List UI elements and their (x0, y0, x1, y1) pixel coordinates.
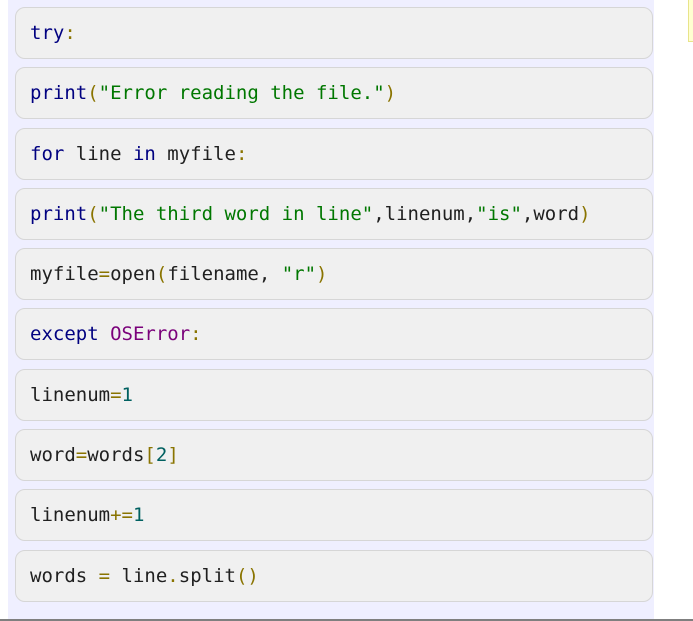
code-token-operator: () (235, 564, 259, 587)
code-token-number: 1 (132, 504, 145, 527)
code-block[interactable]: print("Error reading the file.") (15, 67, 653, 120)
code-token-operator: = (98, 263, 111, 286)
code-token-keyword: try (30, 22, 65, 44)
code-token-name: linenum (30, 504, 111, 527)
code-token-operator: += (110, 504, 133, 527)
code-block-list: try: print("Error reading the file.") fo… (15, 7, 653, 610)
code-token-operator: = (75, 444, 88, 467)
code-token-name: line (110, 564, 168, 587)
side-note-box (688, 0, 693, 42)
code-token-builtin: print (30, 82, 88, 105)
code-token-operator: ( (87, 82, 99, 105)
code-block[interactable]: for line in myfile: (15, 127, 653, 180)
code-token-name: ,word (521, 202, 580, 225)
code-token-name: myfile (155, 142, 236, 165)
code-token-operator: ] (167, 444, 179, 467)
code-token-name: words (87, 444, 145, 467)
code-token-string: "is" (476, 202, 522, 225)
code-token-name: word (30, 444, 76, 467)
code-token-name: myfile (30, 263, 99, 286)
code-block[interactable]: word = words[2] (15, 429, 653, 482)
code-token-exception: OSError (110, 323, 191, 346)
code-token-operator: ) (316, 263, 328, 286)
code-block[interactable]: words = line. split() (15, 549, 653, 602)
code-token-name: line (64, 142, 133, 165)
code-block[interactable]: myfile = open(filename, "r") (15, 248, 653, 301)
code-token-operator: : (235, 142, 248, 165)
code-block[interactable]: linenum = 1 (15, 368, 653, 421)
code-token-operator: : (64, 22, 76, 44)
code-token-string: "Error reading the file." (98, 82, 385, 105)
code-token-keyword: for (30, 142, 65, 165)
code-token-name: words (30, 564, 99, 587)
code-token-operator: = (110, 383, 122, 406)
code-token-operator: = (98, 564, 111, 587)
code-token-operator: ) (579, 202, 591, 225)
code-token-name: ,linenum, (373, 202, 477, 225)
code-token-name (99, 323, 110, 345)
code-block[interactable]: except OSError: (15, 308, 653, 361)
code-token-operator: ( (87, 202, 99, 225)
code-block[interactable]: try: (15, 7, 653, 59)
code-token-operator: : (190, 323, 202, 346)
code-token-operator: ) (384, 82, 397, 105)
code-token-name: filename, (167, 263, 282, 286)
code-block[interactable]: print("The third word in line" ,linenum, "… (15, 187, 653, 240)
code-token-keyword: in (132, 142, 156, 165)
code-token-number: 2 (155, 444, 168, 467)
code-token-name: split (178, 564, 236, 587)
code-token-keyword: except (30, 323, 99, 346)
code-token-name: linenum (30, 383, 111, 406)
code-token-name: open (110, 263, 156, 286)
code-token-operator: . (167, 564, 179, 587)
code-block[interactable]: linenum += 1 (15, 489, 653, 542)
code-token-operator: ( (155, 263, 168, 286)
code-token-string: "r" (281, 263, 317, 286)
code-token-number: 1 (121, 383, 133, 406)
code-token-string: "The third word in line" (98, 202, 374, 225)
code-token-builtin: print (30, 202, 88, 225)
code-token-operator: [ (144, 444, 156, 467)
